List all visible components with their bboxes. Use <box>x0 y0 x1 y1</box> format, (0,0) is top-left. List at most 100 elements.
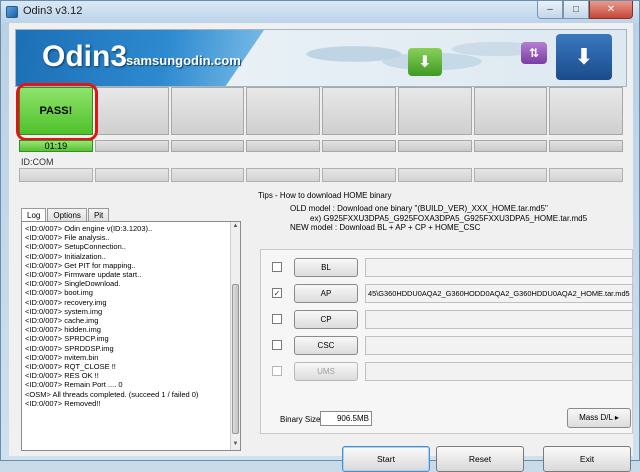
log-line: <ID:0/007> cache.img <box>25 316 99 326</box>
app-icon <box>6 6 18 18</box>
world-map-graphic <box>276 34 536 84</box>
ap-path: 45\G360HDDU0AQA2_G360HODD0AQA2_G360HDDU0… <box>365 284 633 303</box>
title-bar[interactable]: Odin3 v3.12 – □ ✕ <box>1 1 639 23</box>
ap-button[interactable]: AP <box>294 284 358 303</box>
log-line: <ID:0/007> RES OK !! <box>25 371 99 381</box>
log-line: <ID:0/007> SPRDDSP.img <box>25 343 114 353</box>
window-controls: – □ ✕ <box>537 1 633 20</box>
binary-size-value: 906.5MB <box>320 411 372 426</box>
log-scrollbar[interactable]: ▲ ▼ <box>230 222 240 450</box>
progress-bar-4 <box>246 140 320 152</box>
binary-size-label: Binary Size <box>280 415 321 424</box>
scroll-thumb[interactable] <box>232 284 239 434</box>
exit-button[interactable]: Exit <box>543 446 631 472</box>
log-line: <ID:0/007> SingleDownload. <box>25 279 121 289</box>
start-button[interactable]: Start <box>342 446 430 472</box>
com-port-8 <box>549 168 623 182</box>
log-lines: <ID:0/007> Odin engine v(ID:3.1203).. <I… <box>25 224 225 408</box>
bl-checkbox[interactable] <box>272 262 282 272</box>
progress-bar-7 <box>473 140 548 152</box>
log-line: <ID:0/007> Get PIT for mapping.. <box>25 260 136 270</box>
reset-button[interactable]: Reset <box>436 446 524 472</box>
csc-button[interactable]: CSC <box>294 336 358 355</box>
log-line: <ID:0/007> boot.img <box>25 288 93 298</box>
log-tabs: Log Options Pit <box>21 208 110 223</box>
com-port-2 <box>94 168 169 182</box>
file-panel: BL ✓ AP 45\G360HDDU0AQA2_G360HODD0AQA2_G… <box>260 249 633 434</box>
ums-path <box>365 362 633 381</box>
cp-checkbox[interactable] <box>272 314 282 324</box>
banner: Odin3 samsungodin.com ⬇ ⇅ ⬇ <box>15 29 627 87</box>
client-area: Odin3 samsungodin.com ⬇ ⇅ ⬇ PASS! 01:19 <box>9 23 633 472</box>
file-row-csc: CSC <box>261 336 634 356</box>
progress-bar-3 <box>170 140 245 152</box>
highlight-ring <box>16 83 98 141</box>
tab-pit[interactable]: Pit <box>87 208 110 222</box>
progress-bar-8 <box>549 140 623 152</box>
tab-options[interactable]: Options <box>47 208 87 222</box>
download-large-icon: ⬇ <box>556 34 612 80</box>
progress-row: 01:19 <box>19 140 623 152</box>
log-line: <ID:0/007> Initialzation.. <box>25 251 106 261</box>
file-row-cp: CP <box>261 310 634 330</box>
device-slot-1: PASS! <box>16 83 98 141</box>
maximize-button[interactable]: □ <box>563 1 589 19</box>
csc-checkbox[interactable] <box>272 340 282 350</box>
tips-text: OLD model : Download one binary "(BUILD_… <box>290 204 587 233</box>
bl-button[interactable]: BL <box>294 258 358 277</box>
progress-bar-2 <box>94 140 169 152</box>
log-line: <ID:0/007> Removed!! <box>25 398 101 408</box>
log-line: <ID:0/007> nvitem.bin <box>25 352 99 362</box>
com-ports-row <box>19 168 623 182</box>
download-small-icon: ⬇ <box>408 48 442 76</box>
tips-title: Tips - How to download HOME binary <box>258 191 392 200</box>
device-slot-2 <box>94 87 169 135</box>
log-box[interactable]: <ID:0/007> Odin engine v(ID:3.1203).. <I… <box>21 221 241 451</box>
file-row-ums: UMS <box>261 362 634 382</box>
tips-line-example: ex) G925FXXU3DPA5_G925FOXA3DPA5_G925FXXU… <box>310 213 588 223</box>
brand-logo: Odin3 <box>42 40 128 73</box>
id-com-label: ID:COM <box>21 157 54 167</box>
log-line: <ID:0/007> RQT_CLOSE !! <box>25 362 116 372</box>
device-slot-8 <box>549 87 623 135</box>
minimize-button[interactable]: – <box>537 1 563 19</box>
device-slot-4 <box>246 87 320 135</box>
odin-window: Odin3 v3.12 – □ ✕ Odin3 samsungodin.com … <box>0 0 640 472</box>
mass-dl-button[interactable]: Mass D/L ▸ <box>567 408 631 428</box>
log-line: <ID:0/007> SetupConnection.. <box>25 242 126 252</box>
device-slot-6 <box>397 87 472 135</box>
device-slots: PASS! <box>16 83 623 141</box>
log-line: <ID:0/007> SPRDCP.img <box>25 334 109 344</box>
cp-button[interactable]: CP <box>294 310 358 329</box>
progress-bar-5 <box>322 140 396 152</box>
log-line: <ID:0/007> Remain Port .... 0 <box>25 380 123 390</box>
device-slot-5 <box>322 87 396 135</box>
log-line: <ID:0/007> File analysis.. <box>25 233 110 243</box>
ums-button: UMS <box>294 362 358 381</box>
scroll-up-icon[interactable]: ▲ <box>232 223 239 231</box>
ap-checkbox[interactable]: ✓ <box>272 288 282 298</box>
com-port-6 <box>397 168 472 182</box>
com-port-5 <box>322 168 396 182</box>
tips-line-old: OLD model : Download one binary "(BUILD_… <box>290 204 548 213</box>
tips-line-new: NEW model : Download BL + AP + CP + HOME… <box>290 223 481 232</box>
scroll-down-icon[interactable]: ▼ <box>232 441 239 449</box>
cp-path <box>365 310 633 329</box>
com-port-3 <box>170 168 245 182</box>
com-port-7 <box>473 168 548 182</box>
log-line: <ID:0/007> Firmware update start.. <box>25 270 142 280</box>
log-line: <ID:0/007> system.img <box>25 306 103 316</box>
progress-bar-6 <box>397 140 472 152</box>
file-row-ap: ✓ AP 45\G360HDDU0AQA2_G360HODD0AQA2_G360… <box>261 284 634 304</box>
progress-bar-1: 01:19 <box>19 140 93 152</box>
log-line: <ID:0/007> recovery.img <box>25 297 107 307</box>
com-port-1 <box>19 168 93 182</box>
com-port-4 <box>246 168 320 182</box>
file-row-bl: BL <box>261 258 634 278</box>
csc-path <box>365 336 633 355</box>
device-slot-7 <box>473 87 548 135</box>
sort-icon: ⇅ <box>521 42 547 64</box>
log-line: <ID:0/007> hidden.img <box>25 325 101 335</box>
close-button[interactable]: ✕ <box>589 1 633 19</box>
bl-path <box>365 258 633 277</box>
